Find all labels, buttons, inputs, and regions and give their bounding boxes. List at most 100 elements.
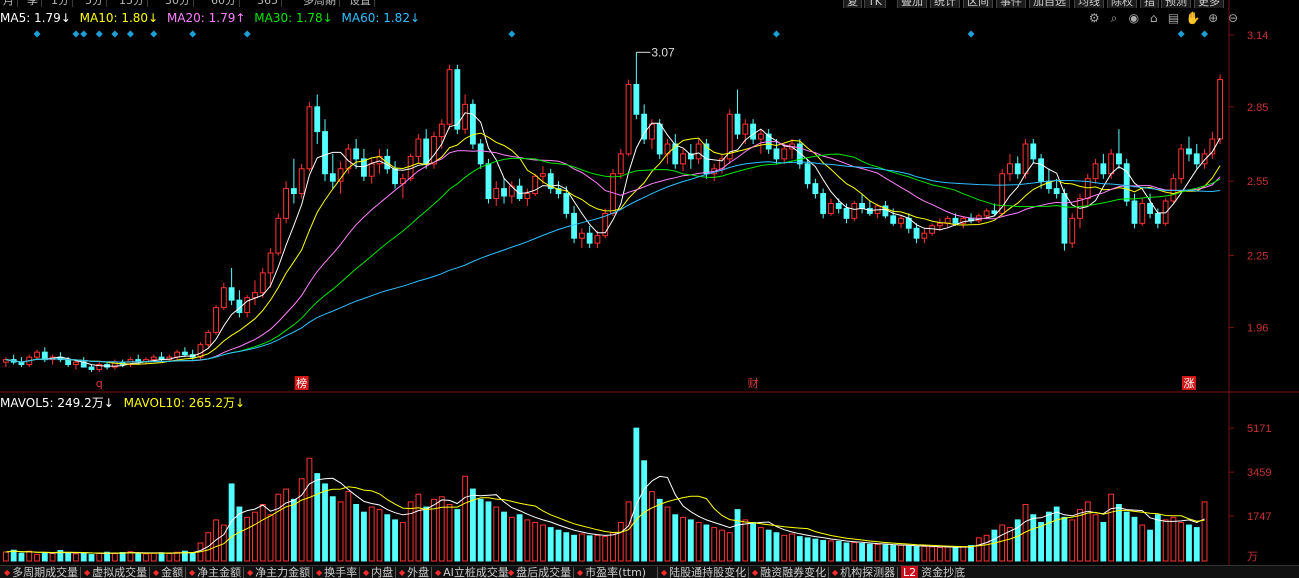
candle-body [750, 123, 757, 140]
tab-dot-icon: ◆ [661, 568, 668, 577]
indicator-tab[interactable]: ◆ AI立桩成交量 [435, 566, 509, 578]
candle-body [1100, 163, 1107, 175]
event-label: 榜 [296, 376, 307, 390]
tab-separator [149, 567, 150, 578]
candle-body [742, 123, 749, 135]
indicator-tab[interactable]: ◆ 换手率 [316, 566, 357, 578]
indicator-tab[interactable]: ◆ 虚拟成交量 [84, 566, 147, 578]
candle-body [259, 272, 266, 294]
candle-body [73, 361, 79, 366]
volume-bar [1061, 516, 1068, 562]
volume-bar [189, 552, 196, 562]
indicator-tab[interactable]: ◆ 内盘 [363, 566, 393, 578]
volume-bar [789, 533, 795, 562]
candle-body [283, 188, 290, 219]
indicator-tab[interactable]: ◆ 陆股通持股变化 [661, 566, 746, 578]
candle-body [267, 252, 274, 274]
volume-bar [1147, 529, 1153, 562]
candle-body [734, 113, 741, 135]
volume-bar [65, 552, 72, 562]
indicator-tab[interactable]: ◆ 外盘 [399, 566, 429, 578]
indicator-tab-label: 盘后成交量 [516, 566, 572, 578]
volume-bar [571, 534, 577, 562]
candle-body [578, 232, 585, 239]
volume-bar [228, 483, 235, 562]
indicator-tab[interactable]: ◆ 多周期成交量 [4, 566, 78, 578]
candle-body [1123, 163, 1130, 202]
indicator-tab[interactable]: ◆ 融资融券变化 [752, 566, 826, 578]
tab-separator [955, 567, 956, 578]
volume-bar [275, 493, 282, 562]
volume-bar [1053, 506, 1060, 562]
tab-separator [657, 567, 658, 578]
indicator-tab[interactable]: ◆ 净主金额 [189, 566, 241, 578]
candle-body [921, 232, 928, 239]
indicator-tab[interactable]: ◆ 市盈率(ttm) [577, 566, 646, 578]
candle-body [1178, 148, 1185, 180]
volume-bar [306, 457, 313, 562]
event-marker-diamond [150, 30, 158, 38]
tab-dot-icon: ◆ [399, 568, 406, 577]
volume-bar [672, 514, 679, 562]
volume-bar [26, 550, 33, 562]
event-marker-diamond [33, 30, 41, 38]
volume-bar [135, 552, 142, 562]
candle-body [252, 292, 258, 299]
volume-bar [10, 549, 17, 562]
candle-body [1030, 143, 1037, 160]
candle-body [851, 202, 858, 219]
candle-body [1147, 202, 1153, 214]
volume-bar [742, 519, 749, 562]
volume-bar [399, 521, 406, 562]
volume-bar [649, 491, 655, 562]
volume-bar [1038, 521, 1045, 562]
indicator-tab[interactable]: ◆ 机构探测器 [832, 566, 895, 578]
volume-bar [983, 534, 990, 562]
volume-bar [820, 539, 827, 562]
volume-bar [711, 527, 718, 562]
indicator-tab[interactable]: ◆ 盘后成交量 [508, 566, 571, 578]
event-marker-diamond [1177, 30, 1185, 38]
indicator-tab-label: 陆股通持股变化 [669, 566, 747, 578]
volume-bar [866, 543, 873, 562]
volume-bar [874, 544, 881, 562]
tab-dot-icon: ◆ [316, 568, 323, 577]
candle-body [368, 163, 375, 177]
volume-bar [617, 521, 624, 562]
volume-bar [921, 545, 928, 562]
volume-bar [314, 473, 321, 562]
volume-bar [540, 524, 546, 562]
volume-bar [1162, 519, 1169, 562]
price-tick-label: 2.25 [1247, 251, 1268, 263]
candle-body [983, 210, 990, 217]
candle-body [306, 106, 313, 170]
volume-bar [804, 537, 811, 562]
volume-bar [407, 501, 414, 562]
volume-bar [337, 501, 344, 562]
volume-bar [462, 475, 469, 562]
candle-body [34, 351, 40, 358]
candle-body [290, 188, 297, 195]
indicator-tab[interactable]: ◆ 净主力金额 [247, 566, 310, 578]
indicator-tab[interactable]: ◆ 金额 [153, 566, 183, 578]
ma10-line [5, 132, 1221, 365]
volume-bar [563, 532, 570, 562]
candle-body [65, 359, 72, 366]
volume-bar [166, 553, 173, 562]
volume-bar [975, 537, 982, 562]
kline-chart[interactable]: 3.14 2.85 2.55 2.25 1.96 5171 3459 1747 万 3.07 q 榜 财… [0, 0, 1299, 565]
candle-body [88, 366, 95, 371]
candle-body [228, 287, 235, 301]
candle-body [828, 202, 834, 214]
event-marker-diamond [72, 30, 80, 38]
candle-body [1186, 148, 1192, 155]
volume-bar [1154, 514, 1161, 562]
candle-body [150, 356, 157, 361]
volume-bar [991, 529, 998, 562]
volume-bar [680, 516, 686, 562]
candle-body [524, 193, 531, 200]
volume-bar [454, 509, 461, 562]
volume-bar [968, 545, 974, 562]
volume-bar [828, 540, 834, 562]
event-marker-diamond [111, 30, 119, 38]
